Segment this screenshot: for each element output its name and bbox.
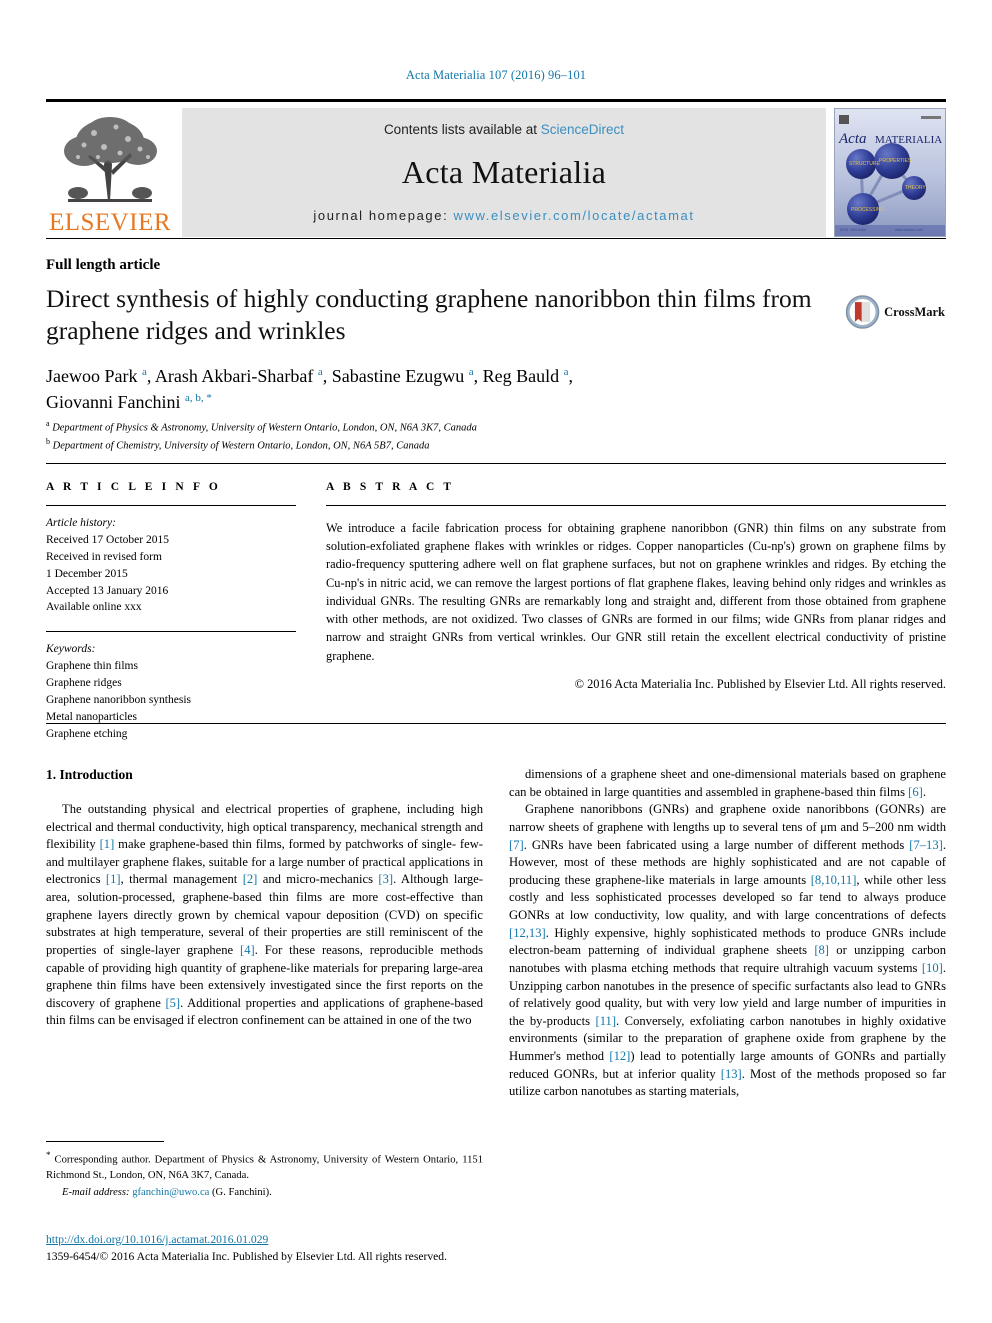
paper-page: Acta Materialia 107 (2016) 96–101 ELSEVI… <box>0 0 992 1323</box>
email-owner: (G. Fanchini). <box>212 1187 272 1199</box>
history-item: Accepted 13 January 2016 <box>46 584 169 597</box>
article-info-underline <box>46 505 296 506</box>
author-line-2: Giovanni Fanchini a, b, * <box>46 391 212 412</box>
keywords-divider <box>46 631 296 633</box>
journal-masthead: ELSEVIER Contents lists available at Sci… <box>46 99 946 237</box>
journal-homepage-line: journal homepage: www.elsevier.com/locat… <box>313 208 694 223</box>
elsevier-logo: ELSEVIER <box>46 108 174 237</box>
svg-text:ISSN 1359-6454: ISSN 1359-6454 <box>840 228 866 232</box>
keyword-item: Graphene ridges <box>46 677 122 690</box>
keyword-item: Graphene etching <box>46 727 128 740</box>
history-item: Received 17 October 2015 <box>46 533 169 546</box>
contents-prefix: Contents lists available at <box>383 122 541 137</box>
abstract-block: A B S T R A C T We introduce a facile fa… <box>326 481 946 692</box>
svg-text:PROCESSING: PROCESSING <box>851 207 884 213</box>
author-list: Jaewoo Park a, Arash Akbari-Sharbaf a, S… <box>46 364 846 415</box>
sciencedirect-link[interactable]: ScienceDirect <box>541 122 624 137</box>
svg-text:MATERIALIA: MATERIALIA <box>875 134 942 146</box>
article-history: Article history: Received 17 October 201… <box>46 515 296 616</box>
keyword-item: Graphene thin films <box>46 660 138 673</box>
body-column-right: dimensions of a graphene sheet and one-d… <box>509 766 946 1101</box>
email-line: E-mail address: gfanchin@uwo.ca (G. Fanc… <box>46 1185 483 1200</box>
keywords-block: Keywords: Graphene thin films Graphene r… <box>46 641 296 742</box>
page-title: Direct synthesis of highly conducting gr… <box>46 284 812 345</box>
doi-block: http://dx.doi.org/10.1016/j.actamat.2016… <box>46 1231 546 1266</box>
contents-available-line: Contents lists available at ScienceDirec… <box>384 122 624 137</box>
svg-text:Acta: Acta <box>838 131 867 147</box>
abstract-heading: A B S T R A C T <box>326 481 455 493</box>
crossmark-icon <box>845 295 880 329</box>
journal-title: Acta Materialia <box>401 154 607 190</box>
history-item: Received in revised form <box>46 550 162 563</box>
journal-cover-thumbnail: Acta MATERIALIA STRUCTURE PROPERTIES THE… <box>834 108 946 237</box>
footnote-block: * Corresponding author. Department of Ph… <box>46 1149 483 1201</box>
body-paragraph: dimensions of a graphene sheet and one-d… <box>509 767 946 799</box>
journal-homepage-link[interactable]: www.elsevier.com/locate/actamat <box>454 208 695 223</box>
abstract-text: We introduce a facile fabrication proces… <box>326 521 946 663</box>
crossmark-label: CrossMark <box>884 304 945 319</box>
cover-artwork: Acta MATERIALIA STRUCTURE PROPERTIES THE… <box>835 109 945 236</box>
masthead-bottom-rule <box>46 238 946 239</box>
affiliation-list: a Department of Physics & Astronomy, Uni… <box>46 418 866 455</box>
section-title-introduction: 1. Introduction <box>46 767 133 782</box>
svg-text:STRUCTURE: STRUCTURE <box>849 161 880 167</box>
body-column-left: 1. Introduction The outstanding physical… <box>46 766 483 1030</box>
info-bottom-rule <box>46 723 946 724</box>
keyword-item: Graphene nanoribbon synthesis <box>46 694 191 707</box>
keywords-title: Keywords: <box>46 643 96 656</box>
homepage-prefix: journal homepage: <box>313 208 454 223</box>
body-paragraph: Graphene nanoribbons (GNRs) and graphene… <box>509 802 946 1099</box>
info-top-rule <box>46 463 946 464</box>
article-info-block: A R T I C L E I N F O Article history: R… <box>46 481 296 743</box>
masthead-center: Contents lists available at ScienceDirec… <box>182 108 826 237</box>
article-info-heading: A R T I C L E I N F O <box>46 481 221 493</box>
crossmark-badge[interactable]: CrossMark <box>845 286 945 338</box>
body-paragraph: The outstanding physical and electrical … <box>46 801 483 1028</box>
email-link[interactable]: gfanchin@uwo.ca <box>132 1187 209 1198</box>
affiliation-a: a Department of Physics & Astronomy, Uni… <box>46 419 477 434</box>
svg-text:www.elsevier.com: www.elsevier.com <box>895 228 923 232</box>
history-item: 1 December 2015 <box>46 567 128 580</box>
abstract-copyright: © 2016 Acta Materialia Inc. Published by… <box>574 676 946 691</box>
issn-copyright-line: 1359-6454/© 2016 Acta Materialia Inc. Pu… <box>46 1250 447 1264</box>
footnote-divider <box>46 1141 164 1142</box>
doi-link[interactable]: http://dx.doi.org/10.1016/j.actamat.2016… <box>46 1231 546 1248</box>
history-item: Available online xxx <box>46 601 142 614</box>
elsevier-tree-icon <box>64 117 157 202</box>
running-head: Acta Materialia 107 (2016) 96–101 <box>405 68 587 82</box>
svg-text:PROPERTIES: PROPERTIES <box>879 158 912 164</box>
abstract-underline <box>326 505 946 506</box>
author-line-1: Jaewoo Park a, Arash Akbari-Sharbaf a, S… <box>46 366 573 386</box>
svg-text:THEORY: THEORY <box>905 185 926 191</box>
email-label: E-mail address: <box>62 1187 130 1199</box>
article-type-label: Full length article <box>46 257 161 273</box>
article-history-title: Article history: <box>46 517 116 529</box>
corresponding-author-note: * Corresponding author. Department of Ph… <box>46 1150 483 1181</box>
elsevier-wordmark: ELSEVIER <box>48 209 172 236</box>
affiliation-b: b Department of Chemistry, University of… <box>46 437 430 452</box>
